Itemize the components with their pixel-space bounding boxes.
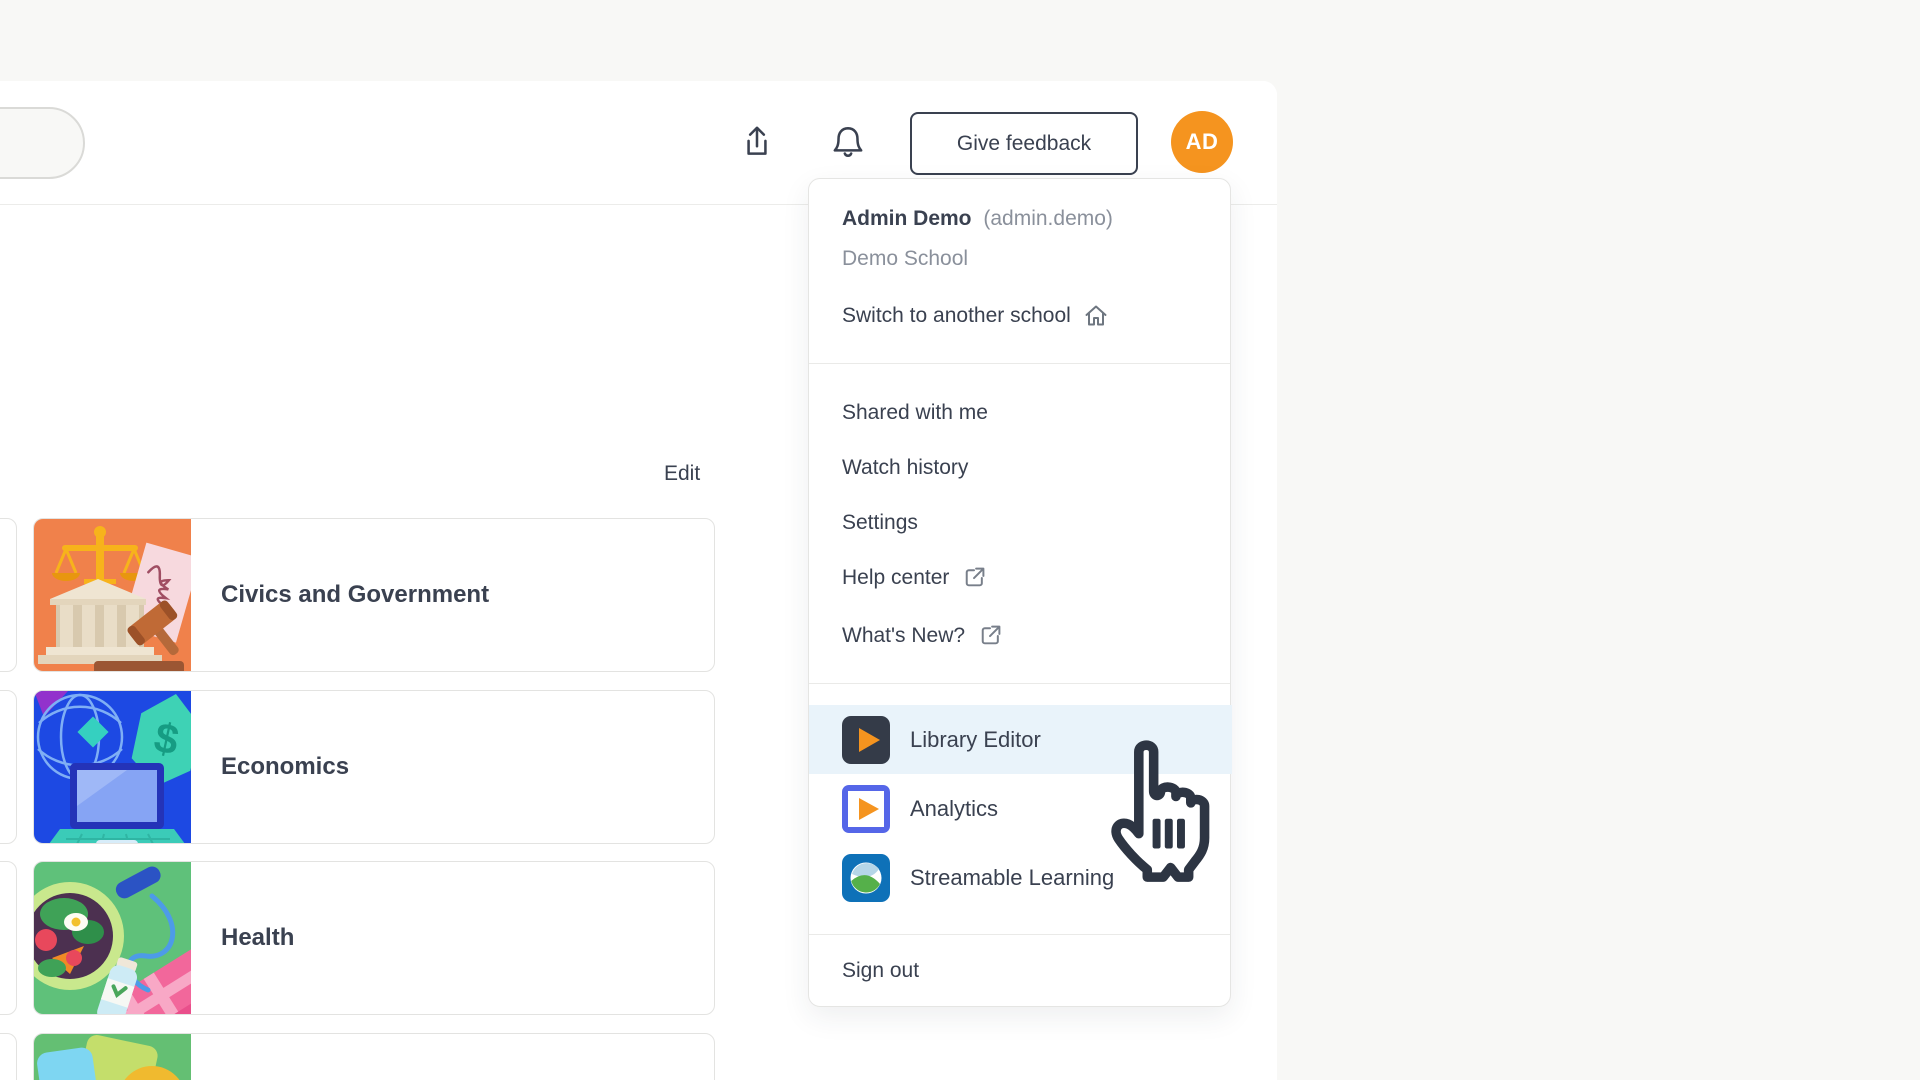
bell-icon <box>828 122 868 162</box>
user-handle: (admin.demo) <box>983 207 1113 230</box>
edit-link[interactable]: Edit <box>664 462 700 486</box>
analytics-icon <box>842 785 890 833</box>
category-card-life-skills[interactable]: Life Skills <box>33 1033 715 1080</box>
menu-item-label: What's New? <box>842 624 965 648</box>
share-button[interactable] <box>733 118 781 166</box>
health-illustration <box>34 862 191 1014</box>
category-title: Civics and Government <box>221 581 489 609</box>
home-icon <box>1082 302 1110 330</box>
menu-item-help-center[interactable]: Help center <box>842 550 986 605</box>
menu-item-sign-out[interactable]: Sign out <box>842 934 919 1008</box>
search-pill[interactable] <box>0 107 85 179</box>
menu-item-library-editor[interactable]: Library Editor <box>809 705 1232 774</box>
category-card-partial[interactable] <box>0 1033 17 1080</box>
category-card-health[interactable]: Health <box>33 861 715 1015</box>
page: Give feedback AD Edit <box>0 0 1920 1080</box>
menu-item-streamable-learning[interactable]: Streamable Learning <box>809 843 1232 912</box>
menu-divider <box>809 363 1230 364</box>
app-label: Analytics <box>910 796 998 822</box>
library-editor-icon <box>842 716 890 764</box>
app-label: Library Editor <box>910 727 1041 753</box>
menu-item-label: Watch history <box>842 456 968 480</box>
sign-out-label: Sign out <box>842 959 919 983</box>
menu-item-label: Settings <box>842 511 918 535</box>
menu-item-whats-new[interactable]: What's New? <box>842 608 1002 663</box>
menu-divider <box>809 683 1230 684</box>
category-card-partial[interactable] <box>0 690 17 844</box>
external-link-icon <box>961 565 986 590</box>
give-feedback-button[interactable]: Give feedback <box>910 112 1138 175</box>
category-card-economics[interactable]: $ Economics <box>33 690 715 844</box>
external-link-icon <box>977 623 1002 648</box>
menu-item-watch-history[interactable]: Watch history <box>842 440 968 495</box>
menu-item-label: Help center <box>842 566 949 590</box>
streamable-learning-icon <box>842 854 890 902</box>
category-title: Economics <box>221 753 349 781</box>
school-name: Demo School <box>842 247 968 271</box>
account-menu: Admin Demo (admin.demo) Demo School Swit… <box>808 178 1231 1007</box>
category-title: Health <box>221 924 294 952</box>
civics-illustration <box>34 519 191 671</box>
user-name-line: Admin Demo (admin.demo) <box>842 207 1113 231</box>
menu-item-shared-with-me[interactable]: Shared with me <box>842 385 988 440</box>
avatar[interactable]: AD <box>1171 111 1233 173</box>
menu-item-analytics[interactable]: Analytics <box>809 774 1232 843</box>
app-label: Streamable Learning <box>910 865 1114 891</box>
category-card-partial[interactable] <box>0 861 17 1015</box>
notifications-button[interactable] <box>824 118 872 166</box>
menu-item-settings[interactable]: Settings <box>842 495 918 550</box>
economics-illustration: $ <box>34 691 191 843</box>
menu-item-label: Shared with me <box>842 401 988 425</box>
life-skills-illustration <box>34 1034 191 1080</box>
user-name: Admin Demo <box>842 207 972 230</box>
switch-school-label: Switch to another school <box>842 304 1071 328</box>
category-card-partial[interactable] <box>0 518 17 672</box>
menu-item-switch-school[interactable]: Switch to another school <box>842 293 1110 339</box>
category-card-civics[interactable]: Civics and Government <box>33 518 715 672</box>
share-icon <box>737 122 777 162</box>
